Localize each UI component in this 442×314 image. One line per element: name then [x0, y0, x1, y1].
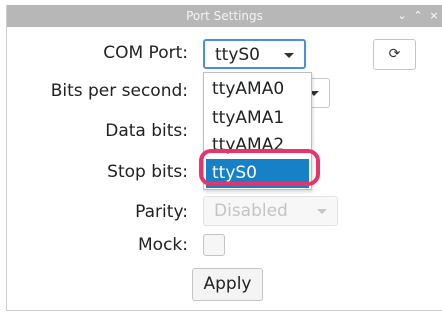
- refresh-icon: ⟳: [388, 46, 401, 62]
- stop-bits-label: Stop bits:: [107, 162, 188, 182]
- com-port-label: COM Port:: [103, 43, 188, 63]
- maximize-icon[interactable]: ⌃: [411, 5, 425, 27]
- parity-select: Disabled: [203, 196, 338, 226]
- minimize-icon[interactable]: ⌄: [395, 5, 409, 27]
- data-bits-label: Data bits:: [105, 121, 188, 141]
- chevron-down-icon: [317, 209, 327, 214]
- close-icon[interactable]: ×: [427, 5, 441, 27]
- dropdown-option[interactable]: ttyAMA1: [206, 104, 309, 133]
- selection-highlight-annotation: [199, 149, 320, 186]
- parity-label: Parity:: [135, 202, 188, 222]
- bits-per-second-label: Bits per second:: [50, 81, 188, 101]
- port-settings-window: Port Settings ⌄ ⌃ × COM Port: ttyS0 ⟳ Bi…: [6, 5, 442, 311]
- dropdown-option[interactable]: ttyAMA0: [206, 75, 309, 104]
- com-port-value: ttyS0: [215, 45, 260, 65]
- refresh-button[interactable]: ⟳: [373, 39, 416, 70]
- apply-button[interactable]: Apply: [192, 268, 263, 301]
- mock-checkbox[interactable]: [203, 234, 225, 256]
- chevron-down-icon: [284, 53, 294, 58]
- com-port-select[interactable]: ttyS0: [203, 39, 306, 69]
- mock-label: Mock:: [138, 235, 188, 255]
- title-bar: Port Settings: [7, 5, 442, 27]
- parity-value: Disabled: [214, 201, 288, 221]
- window-title: Port Settings: [186, 9, 263, 23]
